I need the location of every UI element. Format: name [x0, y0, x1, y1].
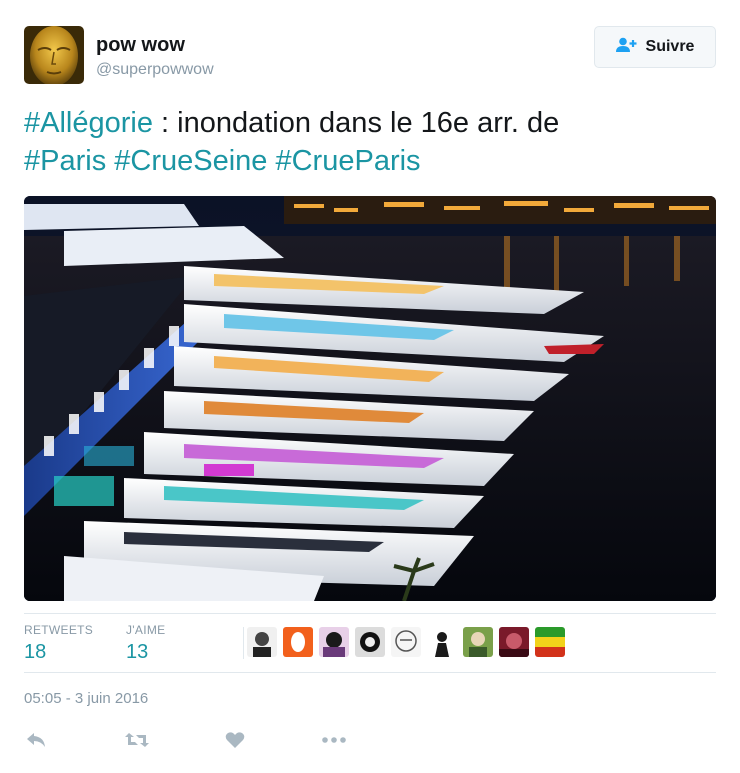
follow-label: Suivre: [645, 38, 695, 55]
liker-avatar[interactable]: [391, 627, 421, 657]
liker-avatar[interactable]: [427, 627, 457, 657]
user-name[interactable]: pow wow: [96, 34, 185, 57]
like-icon[interactable]: [221, 728, 249, 752]
divider: [24, 672, 716, 673]
hashtag-link[interactable]: #CrueSeine: [114, 145, 267, 177]
liker-avatar[interactable]: [499, 627, 529, 657]
liker-avatar[interactable]: [283, 627, 313, 657]
tweet-photo[interactable]: [24, 196, 716, 601]
user-handle[interactable]: @superpowwow: [96, 61, 214, 79]
liker-avatar[interactable]: [355, 627, 385, 657]
liker-avatars: [243, 627, 565, 659]
retweets-count[interactable]: 18: [24, 641, 46, 664]
divider: [24, 613, 716, 614]
liker-avatar[interactable]: [535, 627, 565, 657]
tweet-text-line: #Paris #CrueSeine #CrueParis: [24, 142, 704, 180]
avatar[interactable]: [24, 26, 84, 84]
retweet-icon[interactable]: [123, 728, 151, 752]
yacht-harbor-image: [24, 196, 716, 601]
likes-count[interactable]: 13: [126, 641, 148, 664]
liker-avatar[interactable]: [463, 627, 493, 657]
hashtag-link[interactable]: #Allégorie: [24, 107, 153, 139]
retweets-label: RETWEETS: [24, 623, 94, 637]
tweet-timestamp[interactable]: 05:05 - 3 juin 2016: [24, 690, 148, 707]
liker-avatar[interactable]: [319, 627, 349, 657]
more-icon[interactable]: [320, 728, 348, 752]
tweet-card: pow wow @superpowwow Suivre #Allégorie :…: [0, 0, 740, 773]
reply-icon[interactable]: [22, 728, 50, 752]
add-user-icon: [615, 37, 638, 58]
tweet-text: #Allégorie : inondation dans le 16e arr.…: [24, 104, 704, 180]
tweet-text-segment: : inondation dans le 16e arr. de: [152, 107, 560, 139]
hashtag-link[interactable]: #Paris: [24, 145, 106, 177]
likes-label: J'AIME: [126, 623, 166, 637]
follow-button[interactable]: Suivre: [594, 26, 716, 68]
liker-avatar[interactable]: [247, 627, 277, 657]
hashtag-link[interactable]: #CrueParis: [275, 145, 420, 177]
tweet-text-line: #Allégorie : inondation dans le 16e arr.…: [24, 104, 704, 142]
